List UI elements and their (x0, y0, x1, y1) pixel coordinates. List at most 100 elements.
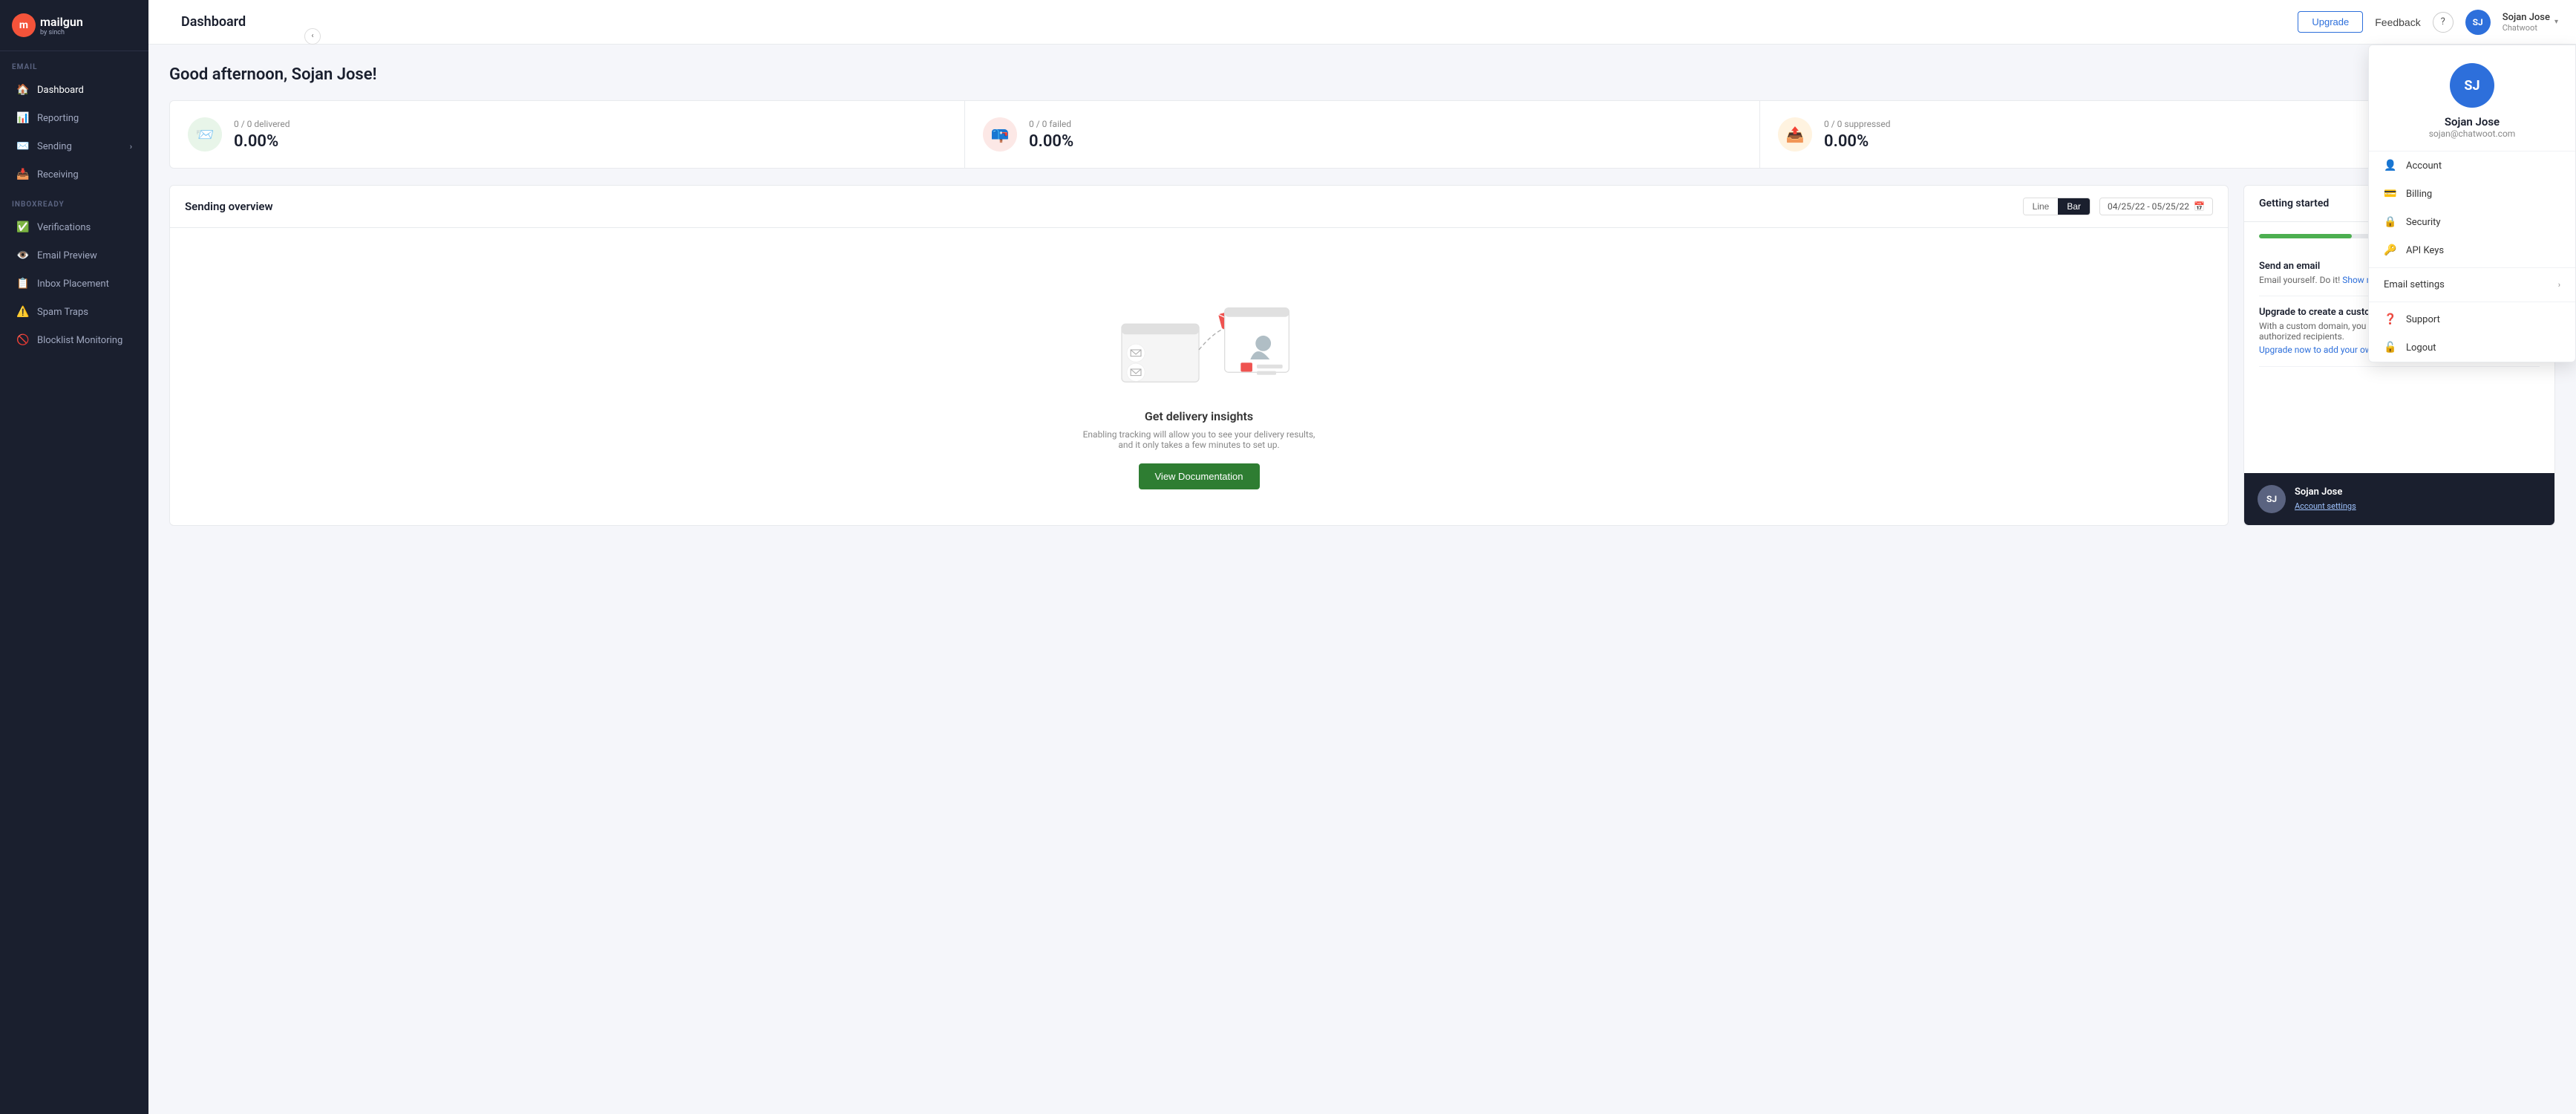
content-area: Good afternoon, Sojan Jose! 📨 0 / 0 deli… (148, 45, 2576, 1114)
date-range-text: 04/25/22 - 05/25/22 (2108, 201, 2189, 212)
sidebar-item-label: Dashboard (37, 85, 84, 96)
user-dropdown: SJ Sojan Jose sojan@chatwoot.com 👤 Accou… (2368, 45, 2576, 362)
user-bottom-name: Sojan Jose (2295, 486, 2356, 498)
email-preview-icon: 👁️ (16, 249, 30, 262)
chart-illustration (1102, 264, 1295, 397)
sending-overview-card: Sending overview Line Bar 04/25/22 - 05/… (169, 185, 2229, 526)
dropdown-support-item[interactable]: ❓ Support (2369, 305, 2575, 333)
dropdown-avatar: SJ (2450, 63, 2494, 108)
chevron-down-icon: ▾ (2554, 18, 2558, 26)
sending-overview-body: Get delivery insights Enabling tracking … (170, 228, 2228, 525)
stats-row: 📨 0 / 0 delivered 0.00% 📪 0 / 0 failed 0… (169, 100, 2555, 169)
stat-value-failed: 0.00% (1029, 132, 1073, 151)
chevron-right-icon: › (2558, 280, 2560, 290)
sidebar-item-reporting[interactable]: 📊 Reporting (4, 105, 144, 131)
sidebar-item-label: Inbox Placement (37, 278, 109, 290)
two-col-layout: Sending overview Line Bar 04/25/22 - 05/… (169, 185, 2555, 526)
email-settings-item[interactable]: Email settings › (2369, 271, 2575, 299)
support-label: Support (2406, 314, 2440, 325)
line-toggle-button[interactable]: Line (2024, 198, 2059, 215)
sidebar: m mailgun by sinch EMAIL 🏠 Dashboard 📊 R… (0, 0, 148, 1114)
dropdown-divider-1 (2369, 267, 2575, 268)
dropdown-billing-item[interactable]: 💳 Billing (2369, 180, 2575, 208)
sidebar-item-label: Spam Traps (37, 307, 88, 318)
date-range-picker[interactable]: 04/25/22 - 05/25/22 📅 (2099, 198, 2213, 215)
verifications-icon: ✅ (16, 221, 30, 234)
user-avatar[interactable]: SJ (2465, 10, 2491, 35)
stat-label-delivered: 0 / 0 delivered (234, 119, 290, 129)
stat-label-failed: 0 / 0 failed (1029, 119, 1073, 129)
dashboard-icon: 🏠 (16, 83, 30, 97)
logout-label: Logout (2406, 342, 2436, 354)
user-org: Chatwoot (2503, 23, 2550, 33)
topbar-actions: Upgrade Feedback ? SJ Sojan Jose Chatwoo… (2298, 10, 2558, 35)
receiving-icon: 📥 (16, 168, 30, 181)
empty-chart-desc: Enabling tracking will allow you to see … (1080, 429, 1318, 450)
dropdown-account-item[interactable]: 👤 Account (2369, 152, 2575, 180)
reporting-icon: 📊 (16, 111, 30, 125)
page-greeting: Good afternoon, Sojan Jose! (169, 65, 2555, 84)
view-documentation-button[interactable]: View Documentation (1139, 463, 1260, 489)
sidebar-collapse-button[interactable]: ‹ (304, 28, 321, 45)
sidebar-item-receiving[interactable]: 📥 Receiving (4, 161, 144, 188)
suppressed-icon: 📤 (1778, 117, 1812, 152)
api-keys-label: API Keys (2406, 245, 2444, 256)
account-label: Account (2406, 160, 2442, 172)
sending-overview-title: Sending overview (185, 200, 2014, 213)
security-icon: 🔒 (2384, 216, 2397, 228)
sidebar-item-label: Reporting (37, 113, 79, 124)
sending-overview-header: Sending overview Line Bar 04/25/22 - 05/… (170, 186, 2228, 228)
sidebar-item-label: Blocklist Monitoring (37, 335, 122, 346)
help-button[interactable]: ? (2433, 12, 2454, 33)
user-name: Sojan Jose (2503, 12, 2550, 23)
chevron-right-icon: › (130, 142, 132, 152)
stat-label-suppressed: 0 / 0 suppressed (1824, 119, 1891, 129)
dropdown-security-item[interactable]: 🔒 Security (2369, 208, 2575, 236)
account-settings-link[interactable]: Account settings (2295, 501, 2356, 511)
dropdown-email: sojan@chatwoot.com (2429, 128, 2516, 139)
sidebar-item-label: Verifications (37, 222, 91, 233)
stat-value-delivered: 0.00% (234, 132, 290, 151)
api-keys-icon: 🔑 (2384, 244, 2397, 256)
logo-name: mailgun (40, 15, 83, 29)
stat-card-failed: 📪 0 / 0 failed 0.00% (965, 101, 1759, 168)
sidebar-item-spam-traps[interactable]: ⚠️ Spam Traps (4, 299, 144, 325)
inboxready-section-label: INBOXREADY (0, 189, 148, 213)
stat-value-suppressed: 0.00% (1824, 132, 1891, 151)
security-label: Security (2406, 217, 2441, 228)
logo-icon: m (12, 13, 36, 37)
sending-icon: ✉️ (16, 140, 30, 153)
sidebar-item-sending[interactable]: ✉️ Sending › (4, 133, 144, 160)
sidebar-item-inbox-placement[interactable]: 📋 Inbox Placement (4, 270, 144, 297)
sidebar-item-verifications[interactable]: ✅ Verifications (4, 214, 144, 241)
billing-label: Billing (2406, 189, 2432, 200)
upgrade-button[interactable]: Upgrade (2298, 11, 2363, 33)
chart-toggle: Line Bar (2023, 198, 2090, 215)
user-menu-button[interactable]: Sojan Jose Chatwoot ▾ (2503, 12, 2558, 33)
account-icon: 👤 (2384, 160, 2397, 172)
calendar-icon: 📅 (2194, 201, 2205, 212)
sidebar-item-dashboard[interactable]: 🏠 Dashboard (4, 76, 144, 103)
dropdown-api-keys-item[interactable]: 🔑 API Keys (2369, 236, 2575, 264)
blocklist-icon: 🚫 (16, 333, 30, 347)
feedback-button[interactable]: Feedback (2375, 16, 2420, 28)
page-title: Dashboard (181, 14, 2298, 30)
empty-chart: Get delivery insights Enabling tracking … (185, 249, 2213, 504)
empty-chart-title: Get delivery insights (1145, 409, 1253, 423)
spam-traps-icon: ⚠️ (16, 305, 30, 319)
failed-icon: 📪 (983, 117, 1017, 152)
dropdown-profile: SJ Sojan Jose sojan@chatwoot.com (2369, 45, 2575, 152)
stat-card-delivered: 📨 0 / 0 delivered 0.00% (170, 101, 964, 168)
sidebar-item-label: Email Preview (37, 250, 97, 261)
sidebar-logo: m mailgun by sinch (0, 0, 148, 51)
main-area: ‹ Dashboard Upgrade Feedback ? SJ Sojan … (148, 0, 2576, 1114)
logout-icon: 🔓 (2384, 342, 2397, 354)
dropdown-logout-item[interactable]: 🔓 Logout (2369, 333, 2575, 362)
sidebar-item-blocklist-monitoring[interactable]: 🚫 Blocklist Monitoring (4, 327, 144, 354)
sidebar-item-email-preview[interactable]: 👁️ Email Preview (4, 242, 144, 269)
bar-toggle-button[interactable]: Bar (2058, 198, 2090, 215)
inbox-placement-icon: 📋 (16, 277, 30, 290)
topbar: ‹ Dashboard Upgrade Feedback ? SJ Sojan … (148, 0, 2576, 45)
logo-sub: by sinch (40, 29, 83, 36)
billing-icon: 💳 (2384, 188, 2397, 200)
